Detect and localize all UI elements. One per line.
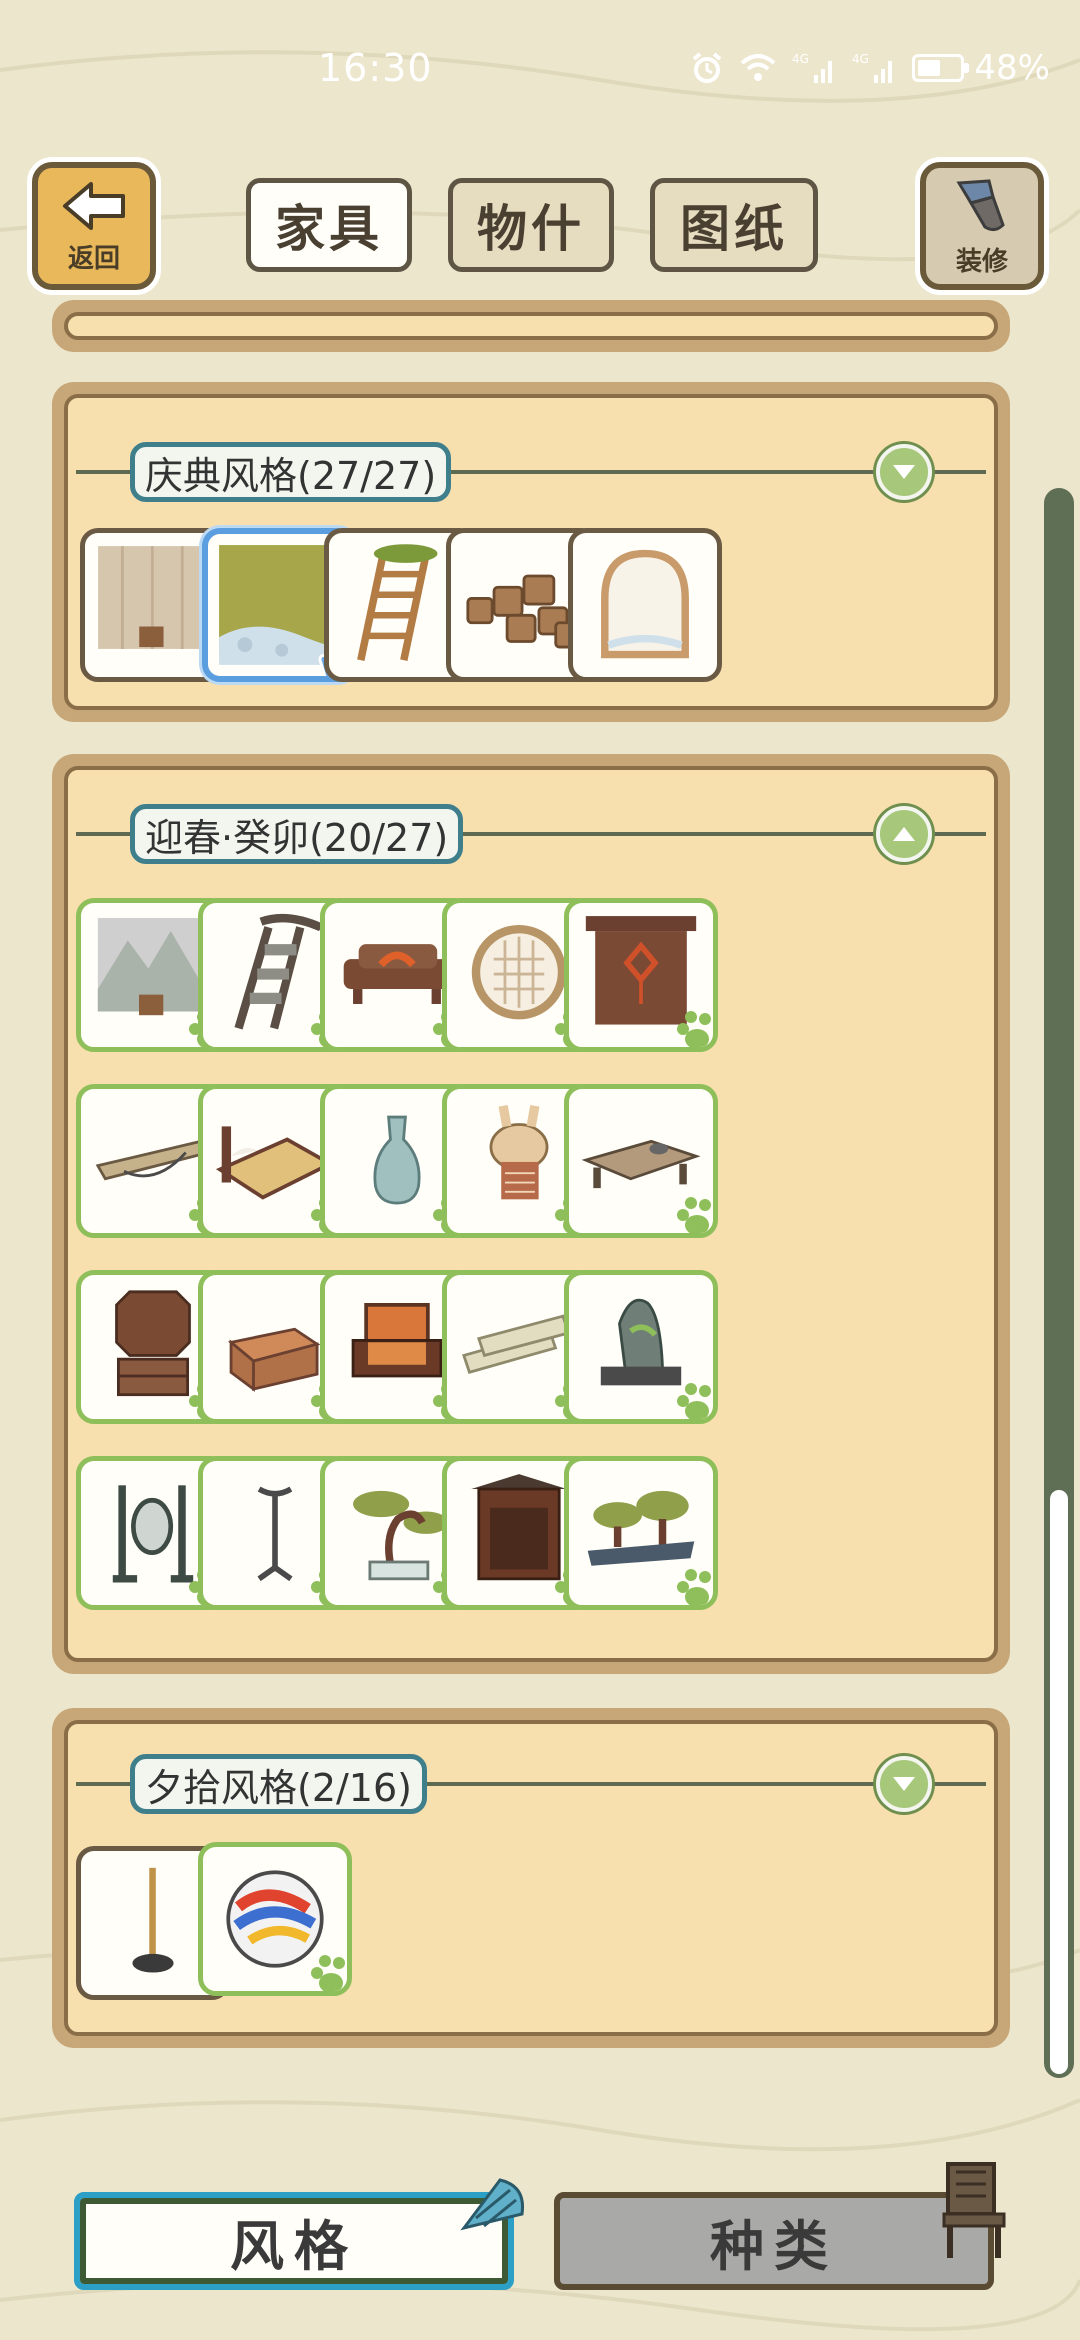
paw-icon xyxy=(311,1955,345,1991)
signal-1-icon: 4G xyxy=(792,52,833,83)
expand-toggle-celebration[interactable] xyxy=(876,444,932,500)
paint-brush-icon xyxy=(956,178,1005,231)
paw-icon xyxy=(677,1569,711,1605)
back-button[interactable]: 返回 xyxy=(32,162,156,290)
status-bar: 16:30 4G 4G 48% xyxy=(0,0,1080,140)
collapse-toggle-spring[interactable] xyxy=(876,806,932,862)
tab-items[interactable]: 物什 xyxy=(448,178,614,272)
chevron-up-icon xyxy=(893,827,915,841)
expand-toggle-xishi[interactable] xyxy=(876,1756,932,1812)
tab-furniture[interactable]: 家具 xyxy=(246,178,412,272)
svg-text:4G: 4G xyxy=(792,52,809,66)
category-mode-button[interactable]: 种类 xyxy=(554,2192,994,2290)
furniture-item-rock-garden[interactable] xyxy=(564,1270,718,1424)
alarm-icon xyxy=(693,52,722,83)
group-panel-celebration: 庆典风格(27/27) xyxy=(52,382,1010,722)
back-arrow-icon xyxy=(63,181,125,230)
battery-percent: 48% xyxy=(974,48,1050,88)
battery-icon xyxy=(912,54,970,82)
status-icons: 4G 4G 48% xyxy=(690,46,1050,90)
group-title-spring[interactable]: 迎春·癸卯(20/27) xyxy=(130,804,464,864)
scrollbar-thumb[interactable] xyxy=(1050,1490,1068,2074)
paw-icon xyxy=(677,1011,711,1047)
group-panel-xishi: 夕拾风格(2/16) xyxy=(52,1708,1010,2048)
group-title-celebration[interactable]: 庆典风格(27/27) xyxy=(130,442,452,502)
chair-icon xyxy=(942,2162,1006,2258)
furniture-item-tea-table[interactable] xyxy=(564,1084,718,1238)
status-time: 16:30 xyxy=(318,46,433,90)
furniture-item-knot-door[interactable] xyxy=(564,898,718,1052)
back-label: 返回 xyxy=(67,243,120,274)
wifi-icon xyxy=(741,54,776,81)
furniture-item-marble[interactable] xyxy=(198,1842,352,1996)
style-mode-button[interactable]: 风格 xyxy=(74,2192,514,2290)
paw-icon xyxy=(677,1383,711,1419)
signal-2-icon: 4G xyxy=(852,52,893,83)
group-panel-spring: 迎春·癸卯(20/27) xyxy=(52,754,1010,1674)
svg-text:4G: 4G xyxy=(852,52,869,66)
decorate-label: 装修 xyxy=(955,246,1008,277)
shell-icon xyxy=(460,2178,525,2231)
paw-icon xyxy=(677,1197,711,1233)
arch-window-image xyxy=(601,549,689,659)
chevron-down-icon xyxy=(893,465,915,479)
tab-blueprints[interactable]: 图纸 xyxy=(650,178,818,272)
decorate-button[interactable]: 装修 xyxy=(920,162,1044,290)
group-title-xishi[interactable]: 夕拾风格(2/16) xyxy=(130,1754,427,1814)
furniture-item-arch-window[interactable] xyxy=(568,528,722,682)
furniture-item-bonsai-tray[interactable] xyxy=(564,1456,718,1610)
chevron-down-icon xyxy=(893,1777,915,1791)
previous-group-panel xyxy=(52,300,1010,352)
